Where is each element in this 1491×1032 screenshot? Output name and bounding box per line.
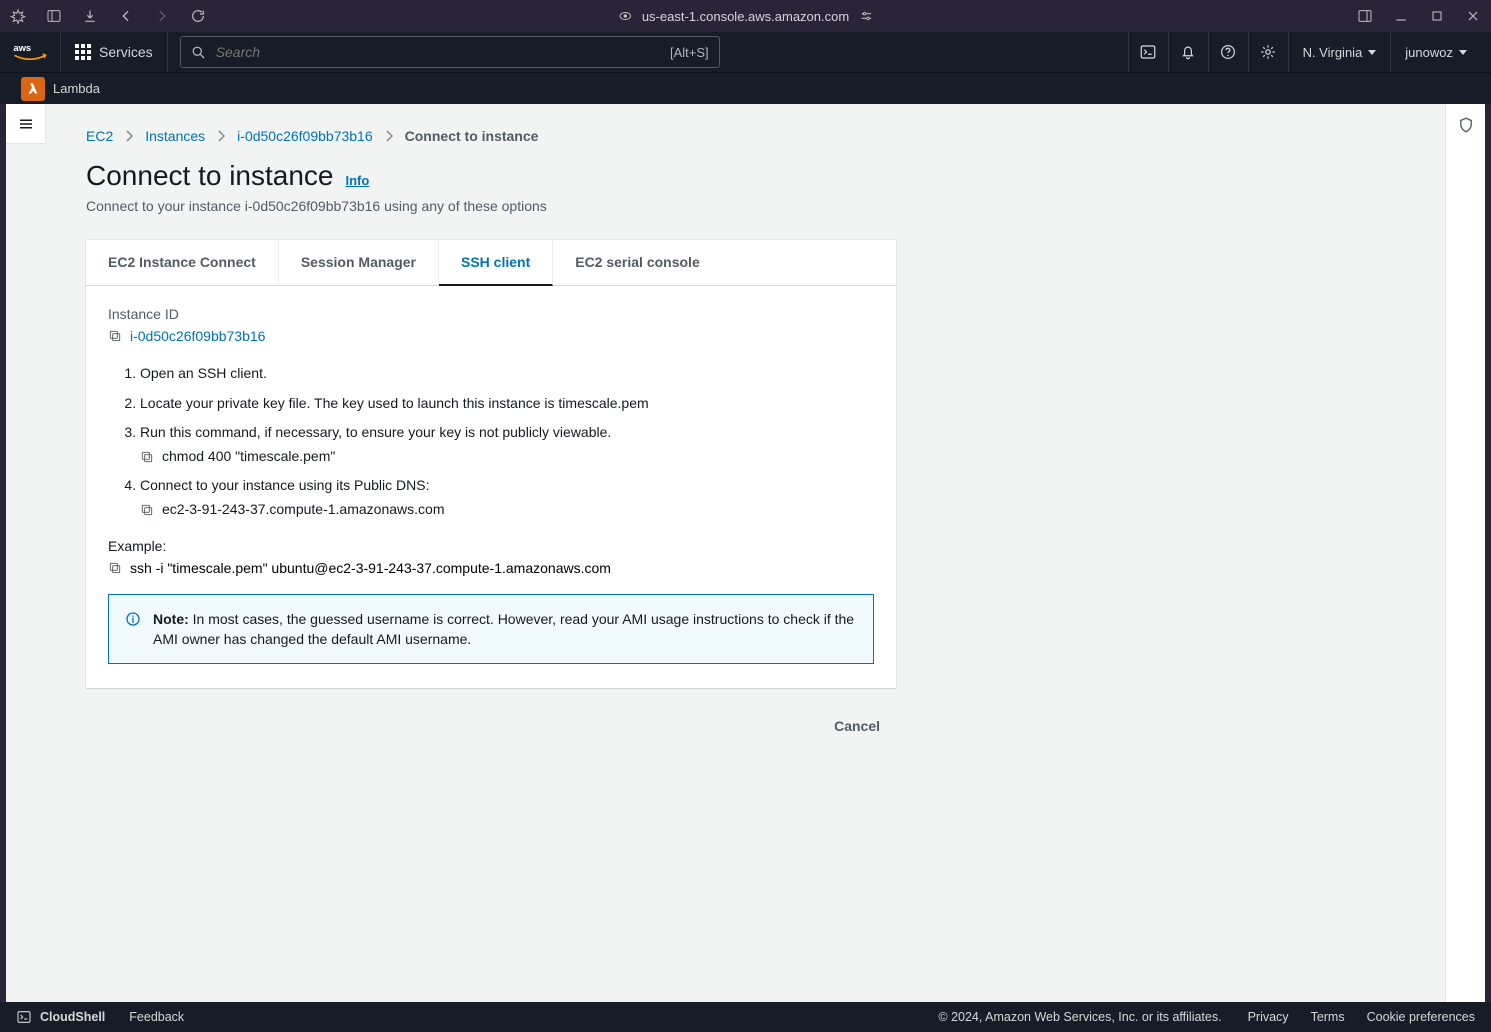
copy-icon[interactable] (140, 503, 154, 517)
close-icon[interactable] (1465, 8, 1481, 24)
grid-icon (75, 44, 91, 60)
aws-topnav: aws Services [Alt+S] N. Virginia junowoz (0, 32, 1491, 72)
page-content: EC2 Instances i-0d50c26f09bb73b16 Connec… (46, 104, 1445, 1002)
address-url[interactable]: us-east-1.console.aws.amazon.com (642, 9, 849, 24)
lambda-icon (21, 77, 45, 101)
chevron-right-icon (217, 130, 225, 142)
crumb-instances[interactable]: Instances (145, 128, 205, 144)
example-label: Example: (108, 538, 874, 554)
hamburger-icon (17, 115, 35, 133)
page-subtitle: Connect to your instance i-0d50c26f09bb7… (86, 198, 1405, 214)
step-1: Open an SSH client. (140, 364, 874, 384)
service-chip-lambda[interactable]: Lambda (18, 74, 106, 104)
region-selector[interactable]: N. Virginia (1288, 32, 1391, 72)
region-label: N. Virginia (1303, 45, 1363, 60)
chevron-right-icon (125, 130, 133, 142)
tab-session-manager[interactable]: Session Manager (279, 240, 439, 285)
minimize-icon[interactable] (1393, 8, 1409, 24)
tab-serial-console[interactable]: EC2 serial console (553, 240, 722, 285)
cloudshell-icon (16, 1009, 32, 1025)
download-icon[interactable] (82, 8, 98, 24)
privacy-link[interactable]: Privacy (1248, 1010, 1289, 1024)
service-subnav: Lambda (0, 72, 1491, 104)
cloudshell-label: CloudShell (40, 1010, 105, 1024)
cloudshell-top-icon[interactable] (1128, 32, 1168, 72)
account-label: junowoz (1405, 45, 1453, 60)
caret-down-icon (1459, 50, 1467, 55)
search-shortcut-hint: [Alt+S] (670, 45, 709, 60)
note-box: Note: In most cases, the guessed usernam… (108, 594, 874, 665)
chevron-right-icon (385, 130, 393, 142)
services-menu[interactable]: Services (60, 32, 168, 72)
feedback-link[interactable]: Feedback (129, 1010, 184, 1024)
step-3: Run this command, if necessary, to ensur… (140, 423, 874, 466)
cookie-preferences-link[interactable]: Cookie preferences (1367, 1010, 1475, 1024)
copy-icon[interactable] (108, 561, 122, 575)
step-2: Locate your private key file. The key us… (140, 394, 874, 414)
site-info-icon[interactable] (618, 9, 632, 23)
actions-row: Cancel (86, 710, 896, 742)
svg-text:aws: aws (13, 43, 31, 54)
browser-logo-icon (10, 8, 26, 24)
service-chip-label: Lambda (53, 81, 100, 96)
crumb-current: Connect to instance (405, 128, 539, 144)
crumb-instance-id[interactable]: i-0d50c26f09bb73b16 (237, 128, 372, 144)
back-icon[interactable] (118, 8, 134, 24)
step-4: Connect to your instance using its Publi… (140, 476, 874, 519)
cloudshell-button[interactable]: CloudShell (16, 1009, 105, 1025)
side-nav-toggle[interactable] (6, 104, 46, 144)
breadcrumb: EC2 Instances i-0d50c26f09bb73b16 Connec… (86, 128, 1405, 144)
forward-icon (154, 8, 170, 24)
crumb-ec2[interactable]: EC2 (86, 128, 113, 144)
maximize-icon[interactable] (1429, 8, 1445, 24)
tab-bar: EC2 Instance Connect Session Manager SSH… (86, 240, 896, 286)
settings-icon[interactable] (1248, 32, 1288, 72)
search-icon (191, 45, 206, 60)
help-icon[interactable] (1208, 32, 1248, 72)
site-settings-icon[interactable] (859, 9, 873, 23)
tab-ec2-connect[interactable]: EC2 Instance Connect (86, 240, 279, 285)
instance-id-label: Instance ID (108, 306, 874, 322)
account-menu[interactable]: junowoz (1390, 32, 1481, 72)
browser-titlebar: us-east-1.console.aws.amazon.com (0, 0, 1491, 32)
shield-icon[interactable] (1457, 116, 1475, 134)
info-link[interactable]: Info (346, 173, 370, 188)
aws-footer: CloudShell Feedback © 2024, Amazon Web S… (0, 1002, 1491, 1032)
chmod-command: chmod 400 "timescale.pem" (162, 447, 335, 467)
note-bold: Note: (153, 611, 189, 627)
workspace: EC2 Instances i-0d50c26f09bb73b16 Connec… (6, 104, 1485, 1002)
search-input[interactable] (216, 44, 596, 60)
tab-ssh-client[interactable]: SSH client (439, 240, 553, 286)
connect-panel: EC2 Instance Connect Session Manager SSH… (86, 240, 896, 688)
public-dns-value: ec2-3-91-243-37.compute-1.amazonaws.com (162, 500, 444, 520)
copy-icon[interactable] (108, 329, 122, 343)
services-label: Services (99, 44, 153, 60)
aws-logo[interactable]: aws (0, 32, 60, 72)
sidebar-toggle-icon[interactable] (46, 8, 62, 24)
instance-id-value[interactable]: i-0d50c26f09bb73b16 (130, 328, 265, 344)
cancel-button[interactable]: Cancel (818, 710, 896, 742)
search-box[interactable]: [Alt+S] (180, 36, 720, 68)
example-command: ssh -i "timescale.pem" ubuntu@ec2-3-91-2… (130, 560, 611, 576)
info-icon (125, 611, 141, 627)
right-rail (1445, 104, 1485, 1002)
caret-down-icon (1368, 50, 1376, 55)
note-text: In most cases, the guessed username is c… (153, 611, 854, 647)
copyright: © 2024, Amazon Web Services, Inc. or its… (938, 1010, 1221, 1024)
panel-toggle-icon[interactable] (1357, 8, 1373, 24)
copy-icon[interactable] (140, 450, 154, 464)
ssh-steps: Open an SSH client. Locate your private … (140, 364, 874, 520)
terms-link[interactable]: Terms (1311, 1010, 1345, 1024)
reload-icon[interactable] (190, 8, 206, 24)
page-title: Connect to instance (86, 160, 334, 192)
notifications-icon[interactable] (1168, 32, 1208, 72)
